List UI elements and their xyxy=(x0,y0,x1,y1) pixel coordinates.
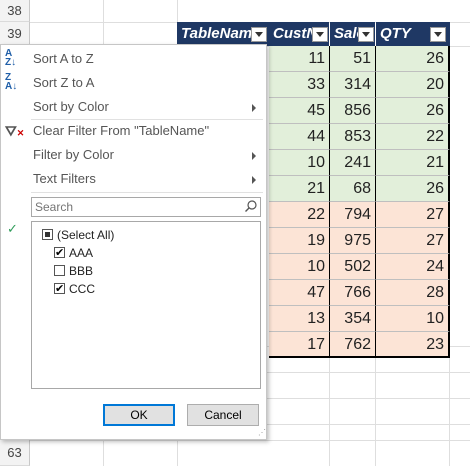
list-item-select-all[interactable]: (Select All) xyxy=(42,226,114,244)
table-cell-sale[interactable]: 853 xyxy=(330,124,376,150)
resize-grip-icon[interactable]: ⋰ xyxy=(258,429,266,439)
submenu-arrow-icon xyxy=(252,104,256,112)
filter-menu: A Z↓ Sort A to Z Z A↓ Sort Z to A Sort by … xyxy=(0,44,267,440)
row-header-63[interactable]: 63 xyxy=(0,440,30,466)
table-cell-sale[interactable]: 51 xyxy=(330,46,376,72)
grid-line xyxy=(267,398,470,399)
table-cell-custn[interactable]: 13 xyxy=(269,306,330,332)
table-cell-sale[interactable]: 856 xyxy=(330,98,376,124)
list-item-label: CCC xyxy=(69,282,95,296)
list-item-label: (Select All) xyxy=(57,228,115,242)
table-cell-custn[interactable]: 19 xyxy=(269,228,330,254)
sort-z-to-a[interactable]: Sort Z to A xyxy=(1,71,266,95)
tick-icon: ✓ xyxy=(7,221,18,236)
checkbox-ccc[interactable] xyxy=(54,280,65,298)
table-cell-custn[interactable]: 10 xyxy=(269,254,330,280)
table-cell-custn[interactable]: 17 xyxy=(269,332,330,358)
list-item-aaa[interactable]: AAA xyxy=(54,244,93,262)
table-cell-sale[interactable]: 314 xyxy=(330,72,376,98)
table-cell-custn[interactable]: 10 xyxy=(269,150,330,176)
text-filters-label: Text Filters xyxy=(33,171,96,186)
list-item-bbb[interactable]: BBB xyxy=(54,262,93,280)
table-cell-sale[interactable]: 241 xyxy=(330,150,376,176)
ok-button[interactable]: OK xyxy=(103,404,175,426)
table-cell-qty[interactable]: 27 xyxy=(376,202,450,228)
grid-line xyxy=(267,424,470,425)
checkbox-bbb[interactable] xyxy=(54,265,65,276)
table-cell-custn[interactable]: 11 xyxy=(269,46,330,72)
filter-dropdown-qty[interactable] xyxy=(430,27,446,42)
table-cell-sale[interactable]: 354 xyxy=(330,306,376,332)
menu-separator xyxy=(31,192,263,193)
table-cell-custn[interactable]: 21 xyxy=(269,176,330,202)
sort-by-color-label: Sort by Color xyxy=(33,99,109,114)
filter-by-color-label: Filter by Color xyxy=(33,147,114,162)
submenu-arrow-icon xyxy=(252,176,256,184)
table-cell-qty[interactable]: 10 xyxy=(376,306,450,332)
table-cell-qty[interactable]: 23 xyxy=(376,332,450,358)
table-cell-sale[interactable]: 68 xyxy=(330,176,376,202)
list-item-label: AAA xyxy=(69,246,94,260)
table-cell-custn[interactable]: 47 xyxy=(269,280,330,306)
table-cell-qty[interactable]: 26 xyxy=(376,46,450,72)
submenu-arrow-icon xyxy=(252,152,256,160)
cancel-button[interactable]: Cancel xyxy=(187,404,259,426)
checkbox-aaa[interactable] xyxy=(54,244,65,262)
table-cell-qty[interactable]: 24 xyxy=(376,254,450,280)
filter-values-list: (Select All) AAA BBB CCC xyxy=(31,221,261,389)
table-cell-qty[interactable]: 26 xyxy=(376,98,450,124)
table-cell-custn[interactable]: 22 xyxy=(269,202,330,228)
table-cell-custn[interactable]: 33 xyxy=(269,72,330,98)
sort-by-color[interactable]: Sort by Color xyxy=(1,95,266,119)
table-cell-sale[interactable]: 766 xyxy=(330,280,376,306)
clear-filter[interactable]: Clear Filter From "TableName" xyxy=(1,119,266,143)
search-icon xyxy=(245,200,257,212)
filter-dropdown-sale[interactable] xyxy=(358,27,374,42)
table-cell-qty[interactable]: 21 xyxy=(376,150,450,176)
table-cell-qty[interactable]: 27 xyxy=(376,228,450,254)
grid-line xyxy=(30,440,470,441)
filter-by-color[interactable]: Filter by Color xyxy=(1,143,266,167)
table-cell-sale[interactable]: 975 xyxy=(330,228,376,254)
table-cell-sale[interactable]: 762 xyxy=(330,332,376,358)
table-cell-qty[interactable]: 26 xyxy=(376,176,450,202)
sort-a-to-z[interactable]: Sort A to Z xyxy=(1,47,266,71)
list-item-ccc[interactable]: CCC xyxy=(54,280,95,298)
filter-dropdown-custn[interactable] xyxy=(312,27,328,42)
filter-dropdown-tablename[interactable] xyxy=(251,27,267,42)
table-cell-qty[interactable]: 28 xyxy=(376,280,450,306)
row-header-38[interactable]: 38 xyxy=(0,0,30,22)
text-filters[interactable]: Text Filters xyxy=(1,167,266,191)
table-cell-qty[interactable]: 22 xyxy=(376,124,450,150)
table-cell-qty[interactable]: 20 xyxy=(376,72,450,98)
list-item-label: BBB xyxy=(69,264,94,278)
grid-line xyxy=(267,372,470,373)
search-input[interactable] xyxy=(31,197,261,217)
checkbox-select-all[interactable] xyxy=(42,229,53,240)
table-cell-sale[interactable]: 794 xyxy=(330,202,376,228)
table-cell-sale[interactable]: 502 xyxy=(330,254,376,280)
table-cell-custn[interactable]: 45 xyxy=(269,98,330,124)
table-cell-custn[interactable]: 44 xyxy=(269,124,330,150)
row-header-39[interactable]: 39 xyxy=(0,22,30,46)
